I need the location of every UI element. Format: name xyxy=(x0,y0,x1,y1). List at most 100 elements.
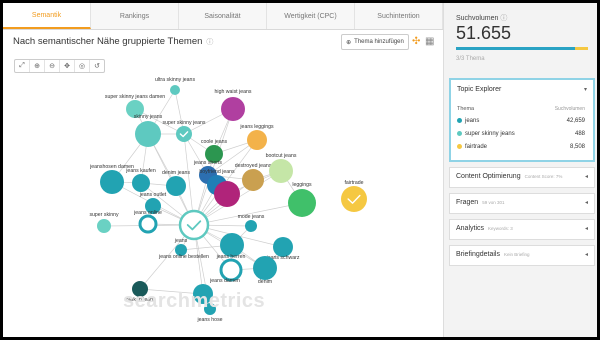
topic-node-denim[interactable]: denim xyxy=(253,256,277,285)
topic-node-circle[interactable] xyxy=(170,85,180,95)
topic-explorer-title: Topic Explorer xyxy=(457,86,502,93)
topic-node-leggings2[interactable]: leggings xyxy=(288,182,316,217)
section-content-optimierung[interactable]: Content Optimierung Content Score: 7% ◂ xyxy=(449,167,595,188)
topic-node-label: ultra skinny jeans xyxy=(155,77,195,83)
right-sidebar: Suchvolumen ⓘ 51.655 3/3 Thema Topic Exp… xyxy=(443,3,597,337)
col-volume: Suchvolumen xyxy=(554,106,585,112)
add-topic-button[interactable]: ⊕ Thema hinzufügen xyxy=(341,34,409,50)
topic-node-label: jeans xyxy=(174,238,188,244)
add-topic-label: Thema hinzufügen xyxy=(354,39,404,45)
topic-dot-icon xyxy=(457,118,462,123)
search-volume-sub: 3/3 Thema xyxy=(456,56,485,62)
fit-screen-icon[interactable]: ⤢ xyxy=(15,60,30,72)
topic-node-leggings[interactable]: jeans leggings xyxy=(239,124,274,150)
topic-node-superskinny[interactable]: super skinny jeans xyxy=(163,120,206,142)
topic-node-circle[interactable] xyxy=(176,126,192,142)
topic-node-superskinny2[interactable]: super skinny xyxy=(89,212,119,233)
topic-node-circle[interactable] xyxy=(138,214,158,234)
section-analytics[interactable]: Analytics Keywords: 3 ◂ xyxy=(449,219,595,240)
topic-node-circle[interactable] xyxy=(273,237,293,257)
topic-node-circle[interactable] xyxy=(100,170,124,194)
volume-bar-teal xyxy=(456,47,575,50)
topic-node-circle[interactable] xyxy=(245,220,257,232)
topic-node-label: jeans kaufen xyxy=(125,168,156,174)
searchmetrics-watermark: searchmetrics xyxy=(123,290,266,312)
topic-explorer-columns: Thema Suchvolumen xyxy=(457,106,585,112)
expand-icon: ◂ xyxy=(584,200,588,206)
tab-bar: Semantik Rankings Saisonalität Wertigkei… xyxy=(3,3,443,30)
center-icon[interactable]: ◎ xyxy=(75,60,90,72)
topic-node-magenta[interactable] xyxy=(214,181,240,207)
zoom-in-icon[interactable]: ⊕ xyxy=(30,60,45,72)
topic-node-ultra[interactable]: ultra skinny jeans xyxy=(155,77,195,95)
move-icon[interactable]: ✥ xyxy=(60,60,75,72)
topic-node-circle[interactable] xyxy=(288,189,316,217)
topic-node-herren[interactable]: jeans herren xyxy=(216,254,246,282)
tab-rankings[interactable]: Rankings xyxy=(91,3,179,29)
topic-dot-icon xyxy=(457,144,462,149)
topic-node-circle[interactable] xyxy=(341,186,367,212)
topic-node-circle[interactable] xyxy=(135,121,161,147)
topic-node-label: high waist jeans xyxy=(215,89,252,95)
plus-icon: ⊕ xyxy=(346,39,352,46)
topic-node-circle[interactable] xyxy=(97,219,111,233)
tab-semantik[interactable]: Semantik xyxy=(3,3,91,29)
topic-node-label: leggings xyxy=(292,182,312,188)
topic-dot-icon xyxy=(457,131,462,136)
topic-node-bootcut[interactable]: bootcut jeans xyxy=(266,153,297,183)
section-briefingdetails[interactable]: Briefingdetails Kein Briefing ◂ xyxy=(449,245,595,266)
tab-wertigkeit[interactable]: Wertigkeit (CPC) xyxy=(267,3,355,29)
topic-node-circle[interactable] xyxy=(219,258,243,282)
topic-node-kaufen[interactable]: jeans kaufen xyxy=(125,168,156,192)
topic-node-jeans[interactable] xyxy=(178,209,210,241)
info-icon[interactable]: ⓘ xyxy=(206,39,213,46)
tab-saisonalitaet[interactable]: Saisonalität xyxy=(179,3,267,29)
topic-node-label: jeans outlet xyxy=(139,192,167,198)
topic-node-mode[interactable]: mode jeans xyxy=(238,214,265,232)
topic-node-skinny[interactable]: skinny jeans xyxy=(134,114,163,147)
topic-explorer-card: Topic Explorer ▾ Thema Suchvolumen jeans… xyxy=(449,78,595,162)
topic-node-circle[interactable] xyxy=(269,159,293,183)
topic-node-label: boyfriend jeans xyxy=(199,169,235,175)
topic-node-label: super skinny jeans damen xyxy=(105,94,165,100)
topic-node-label: denim jeans xyxy=(162,170,190,176)
topic-node-label: skinny jeans xyxy=(134,114,163,120)
volume-bar-yellow xyxy=(574,47,588,50)
topic-node-circle[interactable] xyxy=(214,181,240,207)
topic-node-circle[interactable] xyxy=(132,174,150,192)
collapse-caret-icon[interactable]: ▾ xyxy=(584,86,587,93)
topic-node-online[interactable]: jeans online xyxy=(133,210,162,234)
app-frame: Semantik Rankings Saisonalität Wertigkei… xyxy=(3,3,597,337)
topic-node-circle[interactable] xyxy=(221,97,245,121)
topic-node-circle[interactable] xyxy=(242,169,264,191)
expand-icon: ◂ xyxy=(584,174,588,180)
graph-edge xyxy=(193,108,234,226)
reset-icon[interactable]: ↺ xyxy=(90,60,104,72)
topic-node-label: coole jeans xyxy=(201,139,228,145)
topic-node-high[interactable]: high waist jeans xyxy=(215,89,252,121)
topic-node-label: jeans damen xyxy=(209,278,240,284)
topic-node-label: super skinny jeans xyxy=(163,120,206,126)
zoom-out-icon[interactable]: ⊖ xyxy=(45,60,60,72)
network-view-icon[interactable]: ✣ xyxy=(412,36,420,47)
search-volume-bar xyxy=(456,47,588,50)
topic-row[interactable]: super skinny jeans 488 xyxy=(457,131,585,137)
col-theme: Thema xyxy=(457,106,475,112)
topic-node-label: jeans online bestellen xyxy=(158,254,209,260)
topic-node-circle[interactable] xyxy=(178,209,210,241)
topic-node-fairtrade[interactable]: fairtrade xyxy=(341,180,367,212)
topic-node-circle[interactable] xyxy=(166,176,186,196)
topic-node-circle[interactable] xyxy=(247,130,267,150)
topic-node-label: denim xyxy=(258,279,272,285)
topic-row[interactable]: fairtrade 8,508 xyxy=(457,144,585,150)
expand-icon: ◂ xyxy=(584,252,588,258)
section-fragen[interactable]: Fragen 59 von 301 ◂ xyxy=(449,193,595,214)
topic-node-label: destroyed jeans xyxy=(235,163,272,169)
topic-row[interactable]: jeans 42,659 xyxy=(457,118,585,124)
tab-suchintention[interactable]: Suchintention xyxy=(355,3,443,29)
search-volume-value: 51.655 xyxy=(456,23,512,43)
topic-node-circle[interactable] xyxy=(253,256,277,280)
search-volume-label: Suchvolumen ⓘ xyxy=(456,15,508,22)
grid-view-icon[interactable]: ▦ xyxy=(425,36,434,47)
topic-node-schwarz[interactable]: jeans schwarz xyxy=(266,237,300,261)
